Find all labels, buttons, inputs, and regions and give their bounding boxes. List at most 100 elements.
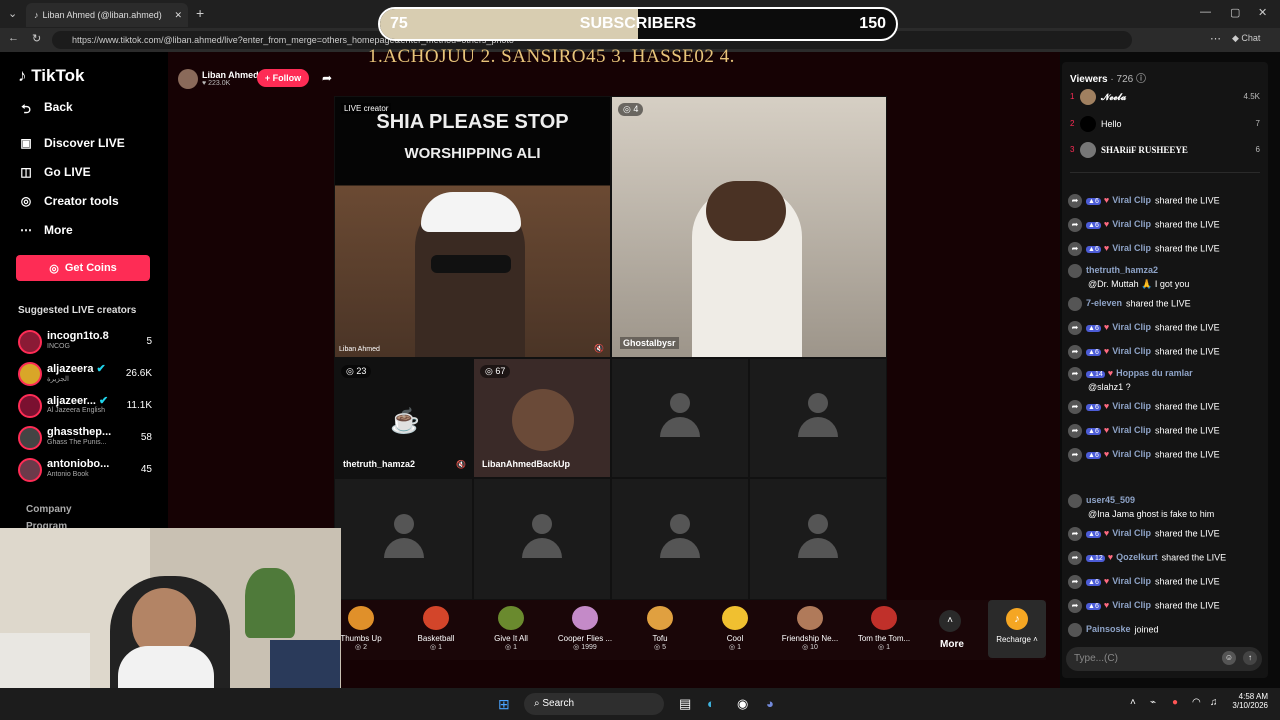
nav-discover-live[interactable]: ▣ Discover LIVE [18,136,124,150]
host-name[interactable]: Liban Ahmed [202,70,259,80]
gift-item[interactable]: Basketball ◎ 1 [401,606,471,651]
chat-username[interactable]: Viral Clip [1112,243,1151,253]
chat-username[interactable]: Viral Clip [1112,600,1151,610]
top-viewer-row[interactable]: 2 Hello 7 [1070,116,1260,134]
back-link[interactable]: ⮌ Back [18,100,73,116]
empty-seat-tile[interactable] [334,478,473,600]
main-video-tile[interactable]: LIVE creator SHIA PLEASE STOP WORSHIPPIN… [334,96,611,358]
guest-video-tile[interactable]: ◎ 23 ☕ thetruth_hamza2 🔇 [334,358,473,478]
microphone-icon[interactable]: ● [1172,697,1178,708]
chat-message[interactable]: ➦ ▲6 ♥ Viral Clip shared the LIVE [1068,194,1264,208]
chat-message[interactable]: ➦ ▲6 ♥ Viral Clip shared the LIVE [1068,345,1264,359]
chat-username[interactable]: Viral Clip [1112,219,1151,229]
tiktok-logo[interactable]: ♪ TikTok [18,66,84,86]
chat-message[interactable]: Painsoske joined [1068,623,1264,637]
gift-item[interactable]: Friendship Ne... ◎ 10 [775,606,845,651]
chat-message[interactable]: ➦ ▲6 ♥ Viral Clip shared the LIVE [1068,400,1264,414]
chat-username[interactable]: Painsoske [1086,624,1131,634]
empty-seat-tile[interactable] [749,358,887,478]
browser-tab[interactable]: ♪ Liban Ahmed (@liban.ahmed) ✕ [26,3,188,27]
tray-chevron-icon[interactable]: ˄ [1130,697,1136,708]
maximize-icon[interactable]: ▢ [1230,6,1240,19]
suggested-creator[interactable]: antoniobo... Antonio Book 45 [18,458,152,486]
gift-item[interactable]: Tom the Tom... ◎ 1 [849,606,919,651]
chat-username[interactable]: Viral Clip [1112,401,1151,411]
chat-message[interactable]: ➦ ▲6 ♥ Viral Clip shared the LIVE [1068,575,1264,589]
refresh-icon[interactable]: ↻ [32,32,41,45]
chat-message[interactable]: thetruth_hamza2 @Dr. Muttah 🙏 I got you [1068,264,1264,290]
close-tab-icon[interactable]: ✕ [174,10,182,21]
host-avatar[interactable] [178,69,198,89]
suggested-creator[interactable]: incogn1to.8 INCOG 5 [18,330,152,358]
suggested-creator[interactable]: aljazeer... ✔ Al Jazeera English 11.1K [18,394,152,422]
copilot-chat-button[interactable]: ◆ Chat [1232,33,1260,44]
obs-icon[interactable]: ◉ [737,696,748,712]
discord-icon[interactable]: ◕ [766,696,774,711]
chat-username[interactable]: Viral Clip [1112,576,1151,586]
chat-message[interactable]: ➦ ▲6 ♥ Viral Clip shared the LIVE [1068,599,1264,613]
footer-company-link[interactable]: Company [26,504,72,515]
chat-username[interactable]: thetruth_hamza2 [1086,265,1158,275]
minimize-icon[interactable]: — [1200,6,1211,18]
chat-message[interactable]: ➦ ▲12 ♥ Qozelkurt shared the LIVE [1068,551,1264,565]
chat-username[interactable]: Viral Clip [1112,528,1151,538]
chat-username[interactable]: user45_509 [1086,495,1135,505]
tab-menu-icon[interactable]: ⌄ [8,7,17,20]
gift-item[interactable]: Tofu ◎ 5 [625,606,695,651]
chat-username[interactable]: Viral Clip [1112,449,1151,459]
top-viewer-row[interactable]: 3 SHARiiF RUSHEEYE 6 [1070,142,1260,160]
chat-username[interactable]: Viral Clip [1112,346,1151,356]
wifi-icon[interactable]: ◠ [1192,697,1201,708]
gift-more-button[interactable]: More [940,639,964,650]
nav-go-live[interactable]: ◫ Go LIVE [18,165,90,179]
edge-icon[interactable]: ◐ [707,696,715,711]
chat-message[interactable]: ➦ ▲6 ♥ Viral Clip shared the LIVE [1068,218,1264,232]
chat-message[interactable]: ➦ ▲14 ♥ Hoppas du ramlar @slahz1 ? [1068,367,1264,392]
empty-seat-tile[interactable] [611,478,749,600]
gift-item[interactable]: Give It All ◎ 1 [476,606,546,651]
chat-message[interactable]: ➦ ▲6 ♥ Viral Clip shared the LIVE [1068,242,1264,256]
recharge-button[interactable]: ♪ Recharge ˄ [988,600,1046,658]
close-window-icon[interactable]: ✕ [1258,6,1267,19]
emoji-icon[interactable]: ☺ [1222,651,1236,665]
chat-message[interactable]: 7-eleven shared the LIVE [1068,297,1264,311]
chat-message[interactable]: ➦ ▲6 ♥ Viral Clip shared the LIVE [1068,321,1264,335]
nav-more[interactable]: ⋯ More [18,223,73,237]
gift-item[interactable]: Cool ◎ 1 [700,606,770,651]
more-icon[interactable]: ⋯ [1210,32,1221,45]
volume-icon[interactable]: ♫ [1210,697,1218,708]
chat-username[interactable]: Hoppas du ramlar [1116,368,1193,378]
clock[interactable]: 4:58 AM 3/10/2026 [1226,692,1268,710]
guest-video-tile[interactable]: ◎ 4 Ghostalbysr [611,96,887,358]
back-arrow-icon[interactable]: ← [8,32,19,44]
info-icon[interactable]: ⓘ [1136,74,1146,85]
get-coins-button[interactable]: ◎ Get Coins [16,255,150,281]
top-viewer-row[interactable]: 1 𝓝𝓮𝓮𝓵𝓪 4.5K [1070,89,1260,107]
chat-message[interactable]: user45_509 @Ina Jama ghost is fake to him [1068,494,1264,519]
send-icon[interactable]: ↑ [1243,651,1257,665]
start-icon[interactable]: ⊞ [498,696,510,713]
empty-seat-tile[interactable] [473,478,611,600]
new-tab-icon[interactable]: + [196,5,204,21]
suggested-creator[interactable]: ghassthep... Ghass The Punis... 58 [18,426,152,454]
nav-creator-tools[interactable]: ◎ Creator tools [18,194,119,208]
chevron-up-icon[interactable]: ˄ [939,610,961,632]
empty-seat-tile[interactable] [749,478,887,600]
chat-message[interactable]: ➦ ▲6 ♥ Viral Clip shared the LIVE [1068,424,1264,438]
gift-item[interactable]: Cooper Flies ... ◎ 1999 [550,606,620,651]
chat-message[interactable]: ➦ ▲6 ♥ Viral Clip shared the LIVE [1068,527,1264,541]
chat-username[interactable]: Viral Clip [1112,322,1151,332]
chat-username[interactable]: Viral Clip [1112,425,1151,435]
suggested-creator[interactable]: aljazeera ✔ الجزيرة 26.6K [18,362,152,390]
file-explorer-icon[interactable]: ▤ [679,696,691,712]
guest-video-tile[interactable]: ◎ 67 LibanAhmedBackUp [473,358,611,478]
chat-username[interactable]: Viral Clip [1112,195,1151,205]
chat-message[interactable]: ➦ ▲6 ♥ Viral Clip shared the LIVE [1068,448,1264,462]
chat-username[interactable]: 7-eleven [1086,298,1122,308]
empty-seat-tile[interactable] [611,358,749,478]
chat-username[interactable]: Qozelkurt [1116,552,1158,562]
network-icon[interactable]: ⌁ [1150,697,1156,708]
taskbar-search[interactable]: ⌕ Search [524,693,664,715]
share-icon[interactable]: ➦ [322,71,332,85]
follow-button[interactable]: + Follow [257,69,309,87]
